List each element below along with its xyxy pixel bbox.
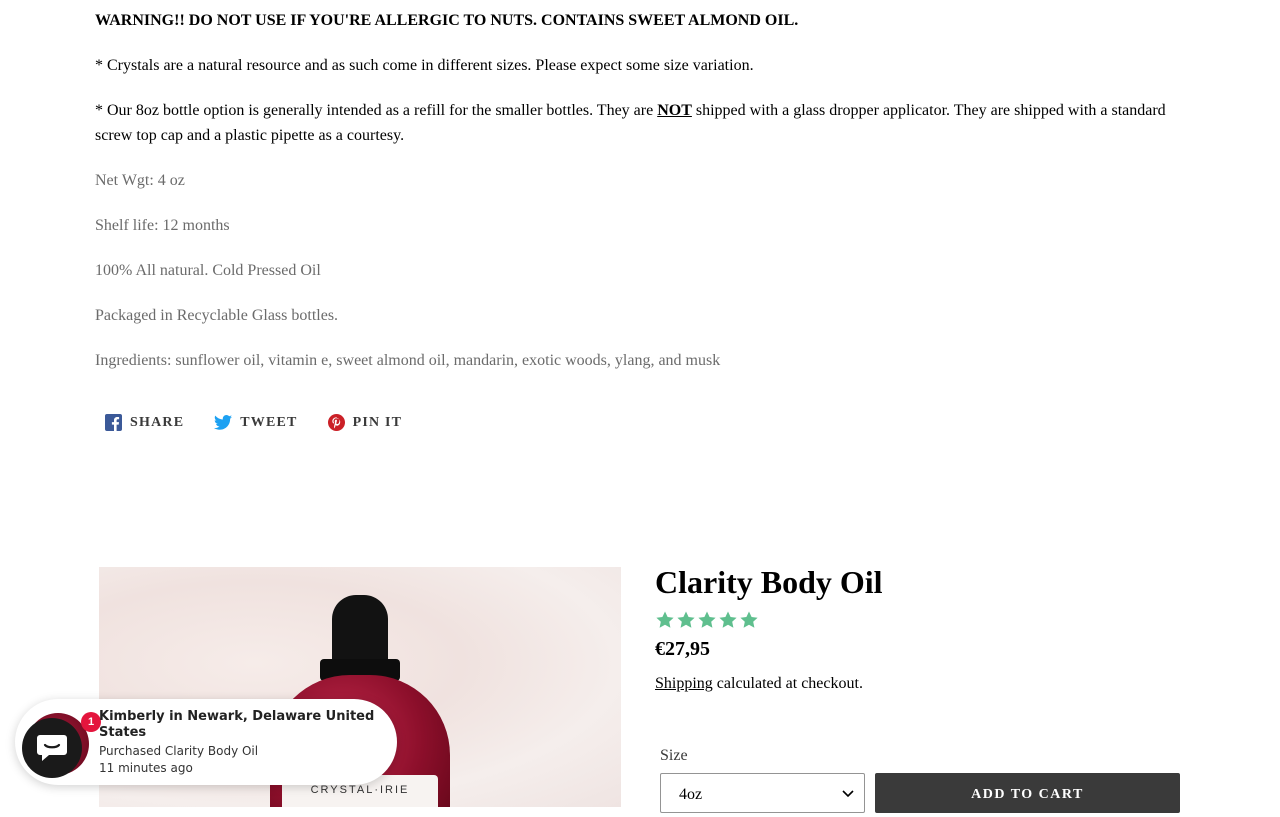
shipping-note: Shipping calculated at checkout. bbox=[655, 673, 863, 695]
share-twitter-label: TWEET bbox=[240, 414, 298, 430]
share-facebook-label: SHARE bbox=[130, 414, 185, 430]
purchase-action: Purchased Clarity Body Oil bbox=[99, 744, 259, 758]
share-pinterest-label: PIN IT bbox=[352, 414, 403, 430]
bottle-note: * Our 8oz bottle option is generally int… bbox=[95, 98, 1190, 148]
purchase-customer: Kimberly in Newark, Delaware United Stat… bbox=[99, 709, 375, 740]
purchase-time: 11 minutes ago bbox=[99, 761, 193, 775]
bottle-note-emphasis: NOT bbox=[657, 102, 692, 119]
share-facebook-button[interactable]: SHARE bbox=[105, 414, 184, 431]
net-weight: Net Wgt: 4 oz bbox=[95, 172, 185, 189]
share-pinterest-button[interactable]: PIN IT bbox=[327, 414, 403, 431]
shipping-note-text: calculated at checkout. bbox=[712, 675, 863, 692]
rating-stars[interactable] bbox=[655, 610, 759, 630]
star-icon bbox=[677, 611, 695, 628]
star-icon bbox=[656, 611, 674, 628]
share-twitter-button[interactable]: TWEET bbox=[214, 414, 297, 431]
allergy-warning: WARNING!! DO NOT USE IF YOU'RE ALLERGIC … bbox=[95, 12, 799, 29]
packaging-note: Packaged in Recyclable Glass bottles. bbox=[95, 307, 339, 324]
add-to-cart-button[interactable]: ADD TO CART bbox=[875, 773, 1180, 813]
chevron-down-icon bbox=[842, 790, 854, 798]
star-icon bbox=[698, 611, 716, 628]
shelf-life: Shelf life: 12 months bbox=[95, 217, 230, 234]
notification-badge: 1 bbox=[81, 712, 101, 732]
size-label: Size bbox=[660, 747, 688, 764]
facebook-icon bbox=[105, 414, 122, 431]
social-share: SHARE TWEET PIN IT bbox=[105, 414, 402, 431]
star-icon bbox=[740, 611, 758, 628]
natural-note: 100% All natural. Cold Pressed Oil bbox=[95, 262, 321, 279]
bottle-note-before: * Our 8oz bottle option is generally int… bbox=[95, 102, 658, 119]
twitter-icon bbox=[214, 415, 233, 430]
star-icon bbox=[719, 611, 737, 628]
chat-button[interactable] bbox=[22, 718, 82, 778]
ingredients: Ingredients: sunflower oil, vitamin e, s… bbox=[95, 352, 721, 369]
dropper-cap bbox=[332, 595, 388, 667]
shipping-link[interactable]: Shipping bbox=[655, 675, 713, 692]
crystals-note: * Crystals are a natural resource and as… bbox=[95, 57, 754, 74]
size-selected-value: 4oz bbox=[679, 786, 703, 803]
chat-icon bbox=[37, 735, 67, 761]
product-price: €27,95 bbox=[655, 638, 710, 660]
size-select[interactable]: 4oz bbox=[660, 773, 865, 813]
product-title: Clarity Body Oil bbox=[655, 564, 883, 600]
pinterest-icon bbox=[327, 414, 345, 431]
